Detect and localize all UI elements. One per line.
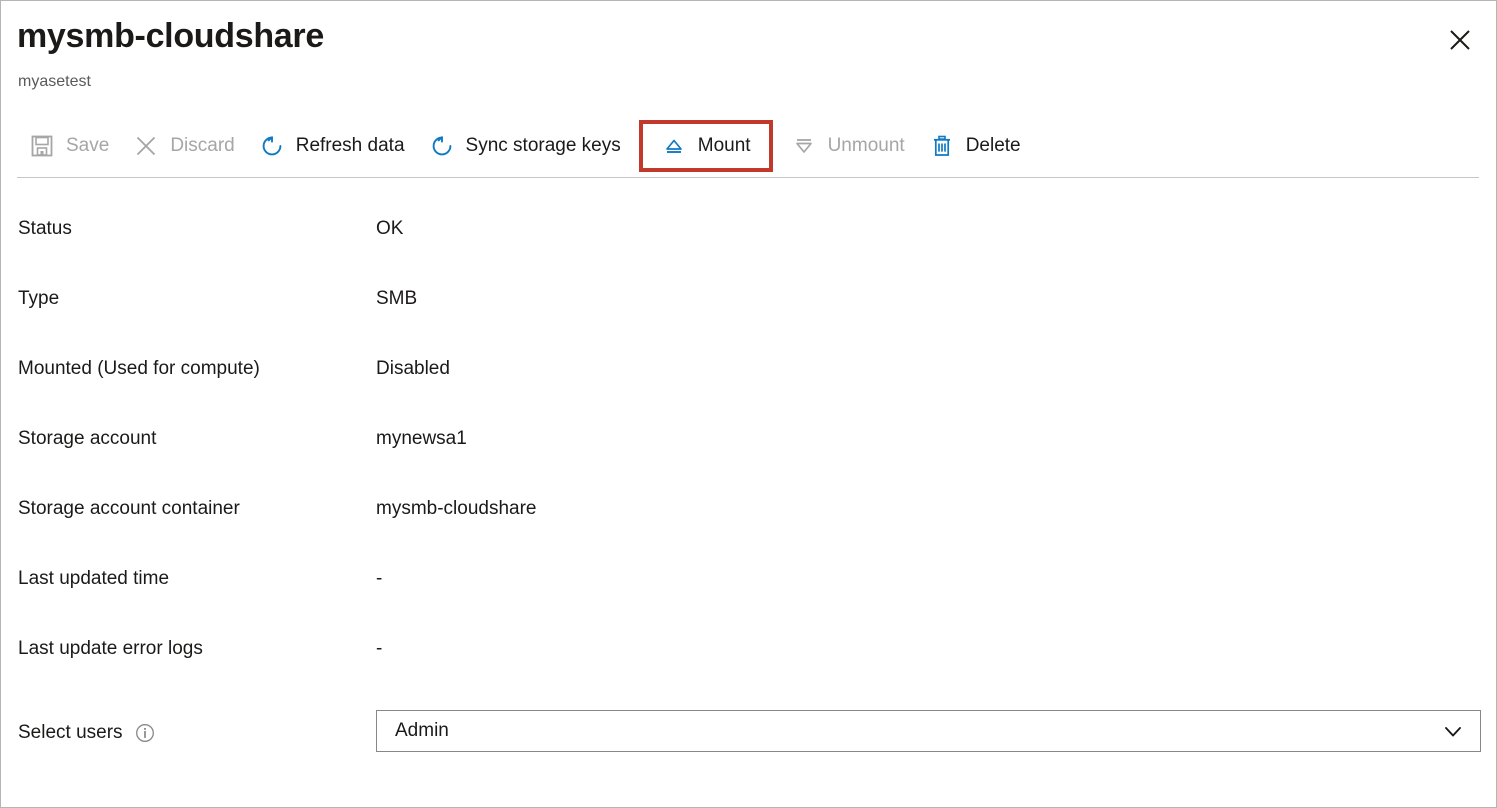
select-users-dropdown[interactable]: Admin [376,710,1481,752]
detail-value: - [376,567,382,591]
share-details-blade: mysmb-cloudshare myasetest Save [0,0,1497,808]
discard-button[interactable]: Discard [121,124,246,168]
chevron-down-icon [1440,718,1466,744]
detail-label: Status [18,217,72,241]
mount-button-label: Mount [698,134,751,158]
detail-row: Storage account container mysmb-cloudsha… [1,473,1496,543]
select-users-label-group: Select users [18,721,155,745]
detail-row: Type SMB [1,263,1496,333]
select-users-row: Select users Admin [1,703,1496,761]
detail-value: OK [376,217,403,241]
close-button[interactable] [1442,22,1478,58]
detail-value: - [376,637,382,661]
close-icon [1447,27,1473,53]
mount-icon [661,133,687,159]
detail-label: Type [18,287,59,311]
delete-icon [929,133,955,159]
details-list: Status OK Type SMB Mounted (Used for com… [1,193,1496,683]
blade-header: mysmb-cloudshare myasetest [1,1,1496,109]
save-button-label: Save [66,134,109,158]
sync-icon [429,133,455,159]
detail-value: Disabled [376,357,450,381]
page-title: mysmb-cloudshare [17,15,324,57]
select-users-label: Select users [18,721,123,745]
unmount-icon [791,133,817,159]
delete-button-label: Delete [966,134,1021,158]
detail-label: Last update error logs [18,637,203,661]
sync-storage-keys-button[interactable]: Sync storage keys [417,124,633,168]
refresh-data-button-label: Refresh data [296,134,405,158]
select-users-dropdown-value: Admin [395,719,449,743]
save-icon [29,133,55,159]
detail-value: mysmb-cloudshare [376,497,537,521]
mount-button[interactable]: Mount [649,124,763,168]
detail-row: Status OK [1,193,1496,263]
discard-button-label: Discard [170,134,234,158]
save-button[interactable]: Save [17,124,121,168]
detail-row: Last update error logs - [1,613,1496,683]
unmount-button-label: Unmount [828,134,905,158]
detail-label: Storage account container [18,497,240,521]
mount-highlight-box: Mount [639,120,773,172]
detail-row: Storage account mynewsa1 [1,403,1496,473]
detail-label: Mounted (Used for compute) [18,357,260,381]
detail-label: Last updated time [18,567,169,591]
discard-icon [133,133,159,159]
command-toolbar: Save Discard Refresh data [17,119,1033,173]
detail-label: Storage account [18,427,156,451]
refresh-data-button[interactable]: Refresh data [247,124,417,168]
sync-storage-keys-button-label: Sync storage keys [466,134,621,158]
unmount-button[interactable]: Unmount [779,124,917,168]
detail-row: Last updated time - [1,543,1496,613]
delete-button[interactable]: Delete [917,124,1033,168]
refresh-icon [259,133,285,159]
page-subtitle: myasetest [18,71,91,93]
detail-row: Mounted (Used for compute) Disabled [1,333,1496,403]
detail-value: SMB [376,287,417,311]
toolbar-divider [17,177,1479,178]
info-icon[interactable] [135,723,155,743]
detail-value: mynewsa1 [376,427,467,451]
